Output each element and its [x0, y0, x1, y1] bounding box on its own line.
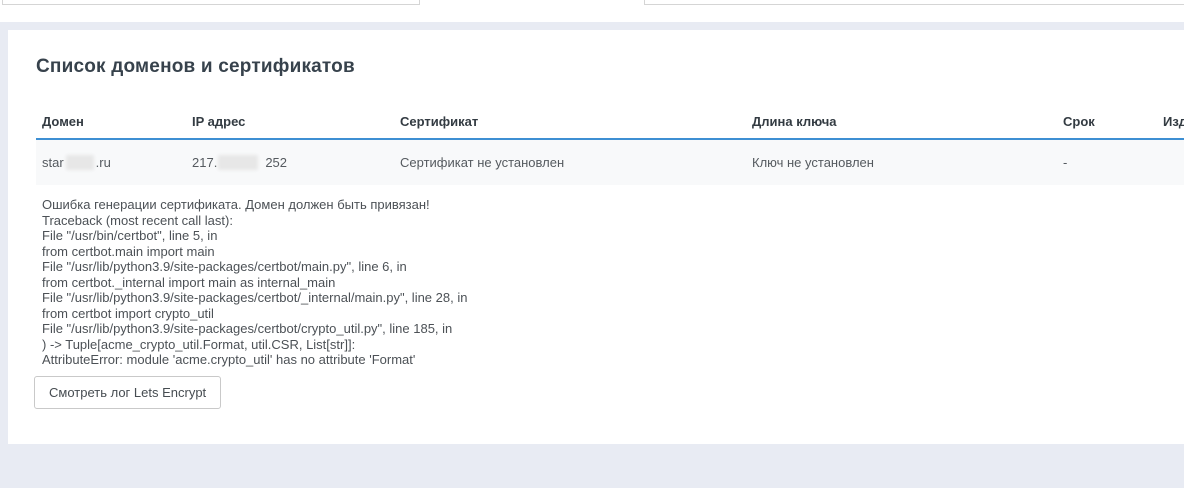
tab-bar — [0, 0, 1184, 22]
tab-inactive-left[interactable] — [2, 0, 420, 5]
term-cell: - — [1057, 139, 1157, 185]
page-title: Список доменов и сертификатов — [36, 55, 1184, 79]
redacted-ip-part — [218, 155, 258, 170]
error-line: Ошибка генерации сертификата. Домен долж… — [42, 197, 1184, 213]
page-root: { "panel": { "title": "Список доменов и … — [0, 0, 1184, 488]
tab-inactive-right[interactable] — [644, 0, 1184, 5]
redacted-domain-part — [66, 155, 94, 170]
ip-suffix: 252 — [265, 155, 287, 170]
error-line: from certbot import crypto_util — [42, 306, 1184, 322]
domain-cell: star .ru — [36, 139, 186, 185]
error-line: File "/usr/lib/python3.9/site-packages/c… — [42, 290, 1184, 306]
column-header-issuer: Издатель — [1157, 105, 1184, 139]
issuer-cell — [1157, 139, 1184, 185]
error-line: AttributeError: module 'acme.crypto_util… — [42, 352, 1184, 368]
domain-prefix: star — [42, 155, 64, 170]
content-panel: Список доменов и сертификатов Домен IP а… — [8, 30, 1184, 444]
certificate-status-cell: Сертификат не установлен — [394, 139, 746, 185]
domains-table: Домен IP адрес Сертификат Длина ключа Ср… — [36, 105, 1184, 185]
table-row[interactable]: star .ru 217. 252 Сертификат не установлен… — [36, 139, 1184, 185]
error-line: File "/usr/lib/python3.9/site-packages/c… — [42, 321, 1184, 337]
error-line: from certbot._internal import main as in… — [42, 275, 1184, 291]
error-traceback: Ошибка генерации сертификата. Домен долж… — [42, 197, 1184, 368]
ip-cell: 217. 252 — [186, 139, 394, 185]
error-line: Traceback (most recent call last): — [42, 213, 1184, 229]
key-status-cell: Ключ не установлен — [746, 139, 1057, 185]
domain-suffix: .ru — [96, 155, 111, 170]
column-header-key-length: Длина ключа — [746, 105, 1057, 139]
view-lets-encrypt-log-button[interactable]: Смотреть лог Lets Encrypt — [34, 376, 221, 409]
column-header-certificate: Сертификат — [394, 105, 746, 139]
error-line: File "/usr/lib/python3.9/site-packages/c… — [42, 259, 1184, 275]
error-line: ) -> Tuple[acme_crypto_util.Format, util… — [42, 337, 1184, 353]
error-line: from certbot.main import main — [42, 244, 1184, 260]
table-header-row: Домен IP адрес Сертификат Длина ключа Ср… — [36, 105, 1184, 139]
column-header-domain: Домен — [36, 105, 186, 139]
column-header-term: Срок — [1057, 105, 1157, 139]
ip-prefix: 217. — [192, 155, 217, 170]
error-line: File "/usr/bin/certbot", line 5, in — [42, 228, 1184, 244]
tab-active[interactable] — [421, 0, 644, 5]
column-header-ip: IP адрес — [186, 105, 394, 139]
